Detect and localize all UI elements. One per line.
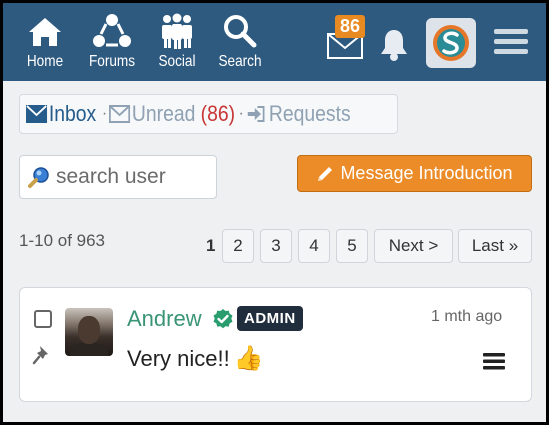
tab-unread[interactable]: Unread (86)	[109, 101, 235, 127]
sign-in-icon	[247, 106, 265, 122]
nav-forums[interactable]: Forums	[82, 13, 142, 71]
pagination: 1 2 3 4 5 Next > Last »	[3, 229, 546, 263]
next-page-button[interactable]: Next >	[374, 229, 453, 263]
page-button[interactable]: 5	[336, 229, 368, 263]
message-time: 1 mth ago	[431, 308, 503, 325]
message-introduction-button[interactable]: Message Introduction	[297, 155, 532, 192]
page-frame: Home Forums Social Search 86 Inbox · Unr…	[3, 3, 546, 422]
search-user-input[interactable]	[56, 165, 216, 189]
search-user-box	[19, 155, 217, 199]
site-logo-button[interactable]	[426, 18, 476, 68]
tab-separator: ·	[101, 105, 108, 122]
envelope-icon	[26, 105, 48, 123]
tab-inbox-label: Inbox	[48, 101, 97, 126]
home-icon	[15, 13, 75, 49]
unread-count: (86)	[200, 101, 236, 126]
tab-separator: ·	[238, 105, 244, 122]
sender-name[interactable]: Andrew	[127, 306, 202, 332]
nav-search[interactable]: Search	[210, 13, 270, 71]
mail-button[interactable]: 86	[325, 15, 375, 65]
site-logo-icon	[433, 25, 469, 61]
tab-unread-label: Unread	[132, 101, 196, 126]
nav-social[interactable]: Social	[147, 13, 207, 71]
message-preview[interactable]: Very nice!! 👍	[127, 344, 264, 373]
pencil-icon	[318, 166, 333, 181]
select-checkbox[interactable]	[34, 310, 52, 328]
tab-requests-label: Requests	[268, 101, 351, 126]
thumbs-up-emoji: 👍	[233, 345, 264, 372]
avatar[interactable]	[65, 308, 113, 356]
tab-inbox[interactable]: Inbox	[26, 101, 96, 127]
nav-social-label: Social	[158, 53, 196, 70]
nav-forums-label: Forums	[88, 53, 136, 70]
message-list-item[interactable]: Andrew ADMIN 1 mth ago Very nice!! 👍	[19, 287, 532, 402]
verified-check-icon	[213, 309, 233, 334]
page-button[interactable]: 3	[260, 229, 292, 263]
bell-icon[interactable]	[379, 28, 409, 67]
nav-home-label: Home	[26, 53, 64, 70]
forums-icon	[82, 13, 142, 49]
nav-search-label: Search	[218, 53, 262, 70]
users-icon	[147, 13, 207, 49]
message-menu-icon[interactable]	[482, 351, 506, 376]
page-button[interactable]: 4	[298, 229, 330, 263]
message-introduction-label: Message Introduction	[340, 163, 513, 183]
page-current: 1	[206, 236, 216, 255]
nav-home[interactable]: Home	[15, 13, 75, 71]
message-text: Very nice!!	[127, 345, 230, 371]
message-tabs: Inbox · Unread (86) · Requests	[19, 94, 398, 134]
page-button[interactable]: 2	[222, 229, 254, 263]
top-navigation-bar: Home Forums Social Search 86	[3, 3, 546, 81]
envelope-outline-icon	[109, 105, 131, 123]
search-icon	[210, 13, 270, 49]
mail-count-badge: 86	[335, 15, 366, 38]
hamburger-menu-icon[interactable]	[493, 27, 529, 62]
magnifier-icon	[28, 167, 49, 188]
last-page-button[interactable]: Last »	[458, 229, 532, 263]
pin-icon	[32, 344, 52, 371]
tab-requests[interactable]: Requests	[246, 101, 351, 127]
admin-badge: ADMIN	[237, 306, 303, 331]
